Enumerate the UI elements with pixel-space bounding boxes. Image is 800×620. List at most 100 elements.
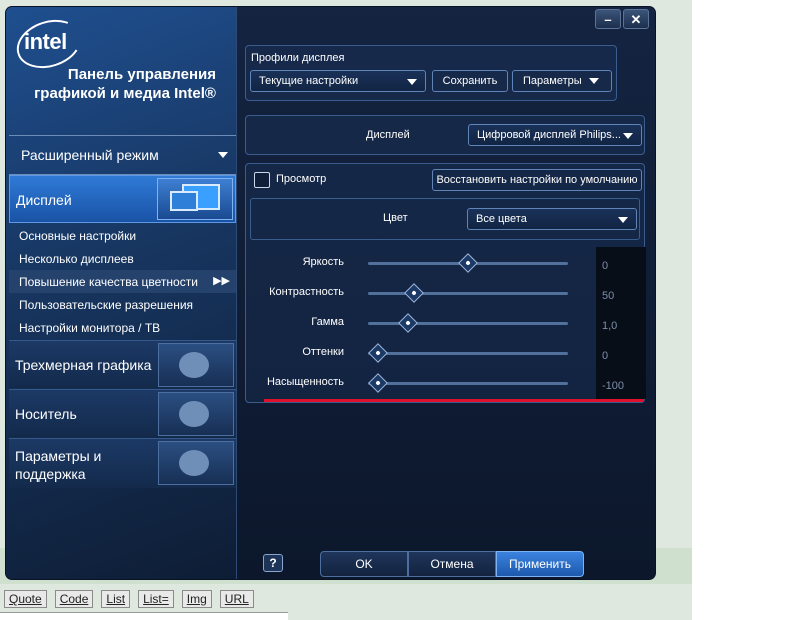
logo-text: intel [24,29,67,54]
ok-button[interactable]: OK [320,551,408,577]
sidebar-item-media[interactable]: Носитель [9,389,236,437]
saturation-slider-knob[interactable] [368,373,388,393]
forum-list-button[interactable]: List [101,590,131,608]
subnav-label: Повышение качества цветности [19,275,198,289]
subnav-label: Настройки монитора / ТВ [19,321,161,335]
forum-code-button[interactable]: Code [54,590,94,608]
forum-list-eq-button[interactable]: List= [138,590,174,608]
red-highlight-line [264,399,644,402]
saturation-slider-row: Насыщенность [250,368,590,398]
profile-value: Текущие настройки [259,75,359,87]
subnav-item-multi[interactable]: Несколько дисплеев [9,247,236,270]
saturation-slider[interactable] [368,382,568,385]
contrast-slider-knob[interactable] [404,283,424,303]
forum-quote-button[interactable]: Quote [4,590,47,608]
saturation-label: Насыщенность [266,376,344,388]
chevron-down-icon [218,152,228,158]
forum-url-button[interactable]: URL [219,590,254,608]
minimize-icon[interactable]: – [595,9,621,29]
gamma-value: 1,0 [602,320,618,332]
params-button[interactable]: Параметры [512,70,612,92]
forum-img-button[interactable]: Img [181,590,212,608]
sidebar-item-3d[interactable]: Трехмерная графика [9,340,236,388]
params-label: Параметры [523,75,582,87]
subnav-label: Пользовательские разрешения [19,298,194,312]
dialog-footer: ? OK Отмена Применить [236,545,655,579]
chevron-down-icon [623,133,633,139]
hue-label: Оттенки [302,346,344,358]
close-icon[interactable]: ✕ [623,9,649,29]
display-select-panel: Дисплей Цифровой дисплей Philips... [245,115,645,155]
gamma-slider-row: Гамма [250,308,590,338]
subnav-item-color[interactable]: Повышение качества цветности ▶▶ [9,270,236,293]
profiles-title: Профили дисплея [251,52,345,64]
save-profile-button[interactable]: Сохранить [432,70,508,92]
display-subnav: Основные настройки Несколько дисплеев По… [9,224,236,339]
saturation-value: -100 [602,380,625,392]
subnav-label: Несколько дисплеев [19,252,134,266]
mode-label: Расширенный режим [21,147,159,163]
monitors-icon [157,178,233,220]
sidebar-item-label: Дисплей [16,192,72,208]
contrast-value: 50 [602,290,615,302]
preview-checkbox[interactable] [254,172,270,188]
wrench-help-icon [158,441,234,485]
color-value: Все цвета [476,213,527,225]
chevron-down-icon [589,78,599,84]
brightness-label: Яркость [302,256,344,268]
3d-shapes-icon [158,343,234,387]
hue-value: 0 [602,350,609,362]
subnav-item-basic[interactable]: Основные настройки [9,224,236,247]
intel-graphics-dialog: intel Панель управления графикой и медиа… [6,7,655,579]
color-label: Цвет [383,212,408,224]
sliders-area: Яркость Контрастность Гамма Оттенки Насыщенн… [250,248,640,400]
cancel-button[interactable]: Отмена [408,551,496,577]
main-content: – ✕ Профили дисплея Текущие настройки Со… [236,7,655,579]
subnav-label: Основные настройки [19,229,137,243]
apply-button[interactable]: Применить [496,551,584,577]
sphere-shape [179,352,209,378]
brightness-slider-row: Яркость [250,248,590,278]
mode-select[interactable]: Расширенный режим [9,135,236,175]
sidebar-item-display[interactable]: Дисплей [9,175,236,223]
profiles-panel: Профили дисплея Текущие настройки Сохран… [245,45,617,101]
sidebar-item-support[interactable]: Параметры и поддержка [9,438,236,488]
preview-label: Просмотр [276,173,327,185]
sidebar: intel Панель управления графикой и медиа… [6,7,236,579]
contrast-slider[interactable] [368,292,568,295]
hue-slider[interactable] [368,352,568,355]
display-value: Цифровой дисплей Philips... [477,129,621,141]
profile-select[interactable]: Текущие настройки [250,70,426,92]
color-settings-panel: Просмотр Восстановить настройки по умолч… [245,163,645,403]
help-button[interactable]: ? [263,554,283,572]
subnav-item-custom-res[interactable]: Пользовательские разрешения [9,293,236,316]
camera-icon [158,392,234,436]
brightness-value: 0 [602,260,609,272]
sidebar-item-label: Трехмерная графика [15,357,152,373]
hue-slider-row: Оттенки [250,338,590,368]
restore-defaults-button[interactable]: Восстановить настройки по умолчанию [432,169,642,191]
brightness-slider-knob[interactable] [458,253,478,273]
contrast-label: Контрастность [269,286,344,298]
chevron-down-icon [618,217,628,223]
hue-slider-knob[interactable] [368,343,388,363]
background-input-edge [0,612,288,620]
color-select-row: Цвет Все цвета [250,198,640,240]
monitor-screen-front [170,191,198,211]
gamma-label: Гамма [311,316,344,328]
color-select[interactable]: Все цвета [467,208,637,230]
intel-logo: intel [10,11,88,77]
window-controls: – ✕ [595,9,649,29]
subnav-item-monitor-tv[interactable]: Настройки монитора / ТВ [9,316,236,339]
double-arrow-right-icon: ▶▶ [213,275,230,287]
forum-toolbar: Quote Code List List= Img URL [4,590,254,608]
sidebar-item-label: Параметры и поддержка [15,448,102,482]
display-label: Дисплей [366,129,410,141]
contrast-slider-row: Контрастность [250,278,590,308]
gamma-slider-knob[interactable] [398,313,418,333]
chevron-down-icon [407,79,417,85]
sidebar-item-label: Носитель [15,406,77,422]
app-title: Панель управления графикой и медиа Intel… [34,66,216,102]
display-select[interactable]: Цифровой дисплей Philips... [468,124,642,146]
camera-lens-shape [179,401,209,427]
